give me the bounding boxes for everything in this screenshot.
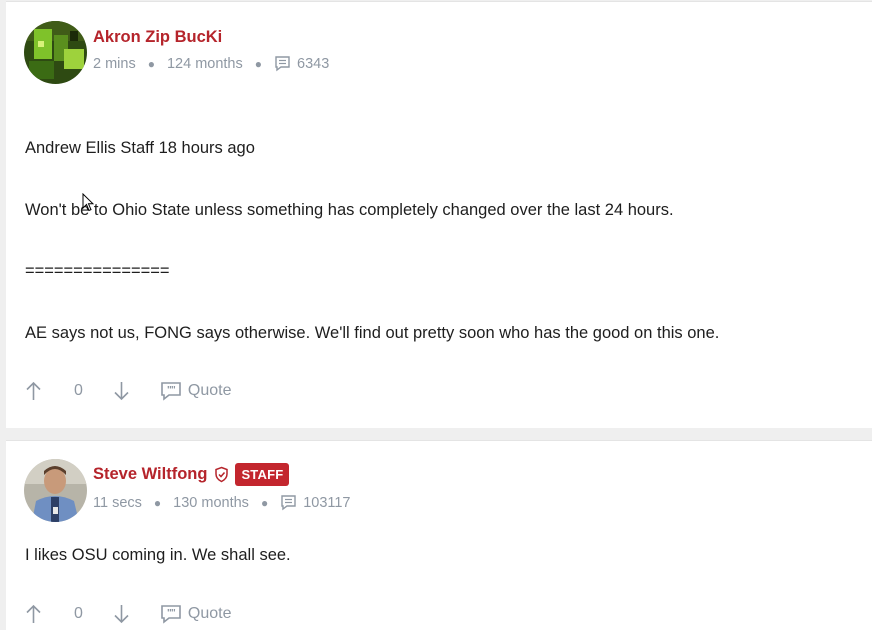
avatar[interactable] <box>24 21 87 84</box>
forum-post: Akron Zip BucKi 2 mins ● 124 months ● 63… <box>6 1 872 428</box>
quote-button[interactable]: " " Quote <box>160 604 232 624</box>
last-seen: 11 secs <box>93 494 142 511</box>
quote-label: Quote <box>187 605 232 622</box>
author-name[interactable]: Akron Zip BucKi <box>93 28 222 47</box>
quote-bubble-icon: " " <box>160 604 182 624</box>
membership-length: 124 months <box>166 55 243 72</box>
staff-badge: STAFF <box>235 463 290 486</box>
separator-dot: ● <box>260 495 269 510</box>
shield-icon <box>214 466 229 483</box>
arrow-down-icon[interactable] <box>113 603 130 625</box>
membership-length: 130 months <box>173 494 249 511</box>
mouse-cursor-icon <box>82 193 94 212</box>
separator-dot: ● <box>254 56 262 71</box>
post-body-line: I likes OSU coming in. We shall see. <box>25 546 291 564</box>
post-body-line: Andrew Ellis Staff 18 hours ago <box>25 139 255 157</box>
forum-post: Steve Wiltfong STAFF 11 secs ● 130 month… <box>6 440 872 630</box>
post-count: 103117 <box>303 494 351 511</box>
avatar[interactable] <box>24 459 87 522</box>
arrow-up-icon[interactable] <box>25 380 42 402</box>
vote-count: 0 <box>74 605 83 622</box>
author-meta: 11 secs ● 130 months ● 103117 <box>93 494 351 511</box>
post-actions: 0 " " Quote <box>25 380 232 402</box>
arrow-up-icon[interactable] <box>25 603 42 625</box>
post-count: 6343 <box>297 55 330 72</box>
arrow-down-icon[interactable] <box>113 380 130 402</box>
quote-bubble-icon: " " <box>160 381 182 401</box>
author-name[interactable]: Steve Wiltfong <box>93 465 207 484</box>
author-meta: 2 mins ● 124 months ● 6343 <box>93 55 329 72</box>
post-body-line: =============== <box>25 262 170 280</box>
post-body-line: AE says not us, FONG says otherwise. We'… <box>25 324 720 342</box>
speech-bubble-icon <box>274 55 291 72</box>
svg-text:": " <box>171 385 176 396</box>
svg-text:": " <box>171 608 176 619</box>
separator-dot: ● <box>153 495 162 510</box>
quote-button[interactable]: " " Quote <box>160 381 232 401</box>
quote-label: Quote <box>187 382 232 399</box>
post-actions: 0 " " Quote <box>25 603 232 625</box>
vote-count: 0 <box>74 382 83 399</box>
separator-dot: ● <box>147 56 155 71</box>
post-body-line: Won't be to Ohio State unless something … <box>25 201 674 219</box>
last-seen: 2 mins <box>93 55 136 72</box>
speech-bubble-icon <box>280 494 297 511</box>
